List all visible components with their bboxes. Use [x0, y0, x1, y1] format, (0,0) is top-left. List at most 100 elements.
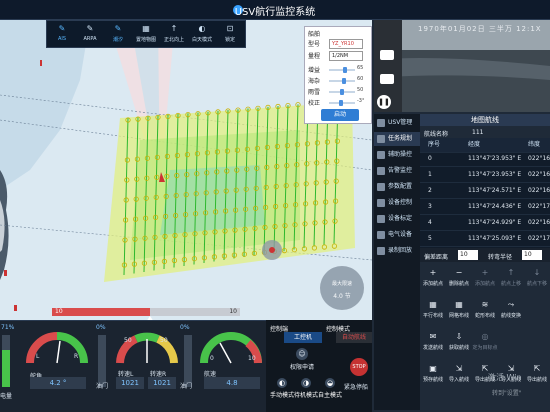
north-up-icon: ↑ — [170, 24, 178, 33]
route-params: 偏差距离 10 转弯半径 10 — [420, 248, 550, 262]
camera-icon[interactable] — [380, 50, 394, 60]
side-menu-item-8[interactable]: 录制回放 — [374, 244, 420, 258]
snapshot-icon[interactable] — [380, 74, 394, 84]
pen-icon: ✎ — [58, 24, 66, 33]
menu-item-icon — [377, 119, 385, 127]
map-tool-4[interactable]: ↑ 正北向上 — [163, 21, 185, 49]
menu-item-icon — [377, 215, 385, 223]
standby-mode-button[interactable]: ◑ 待机模式 — [294, 378, 318, 399]
route-action-button: ◎ 定为目标点 — [472, 332, 498, 351]
slider-value: -3° — [357, 98, 365, 104]
import-icon: ⇲ — [455, 364, 463, 373]
route-action-button[interactable]: ⇩ 获取航线 — [446, 332, 472, 351]
map-tool-label: 锁定 — [224, 37, 235, 43]
menu-item-icon — [377, 231, 385, 239]
route-action-label: 获取航线 — [448, 345, 469, 351]
param-slider[interactable] — [329, 100, 355, 106]
table-row[interactable]: 1 113°47'23.953" E 022°16 — [420, 168, 550, 183]
route-action-label: 航点下移 — [526, 281, 547, 287]
battery-percent: 71% — [1, 324, 15, 331]
map-tool-2[interactable]: ✎ 潮汐 — [107, 21, 129, 49]
emergency-stop-button[interactable]: STOP — [350, 358, 368, 376]
table-cell: 0 — [428, 155, 432, 162]
route-action-label: 发送航线 — [422, 345, 443, 351]
permission-request-button[interactable]: ☺ 权限申请 — [282, 348, 322, 371]
pause-icon[interactable]: ❚❚ — [377, 95, 391, 109]
route-name-value[interactable]: 111 — [472, 129, 483, 136]
side-menu-item-0[interactable]: USV管理 — [374, 116, 420, 130]
rpm-left-value: 1021 — [116, 377, 144, 389]
slider-handle[interactable] — [338, 100, 343, 106]
route-action-button[interactable]: + 添加航点 — [420, 268, 446, 287]
vessel-param-panel: 船舶 型号 YZ_YR10 量程 1/2NM 增益 65 海杂 60 雨雪 50 校正 -3°… — [304, 26, 372, 124]
deviation-label: 偏差距离 — [424, 254, 449, 261]
activation-watermark-sub: 转到"设置" — [492, 390, 522, 397]
table-cell: 022°17 — [528, 235, 550, 242]
slider-handle[interactable] — [343, 67, 348, 73]
industrial-pc-button[interactable]: 工控机 — [284, 332, 322, 343]
side-menu-label: 设备控制 — [388, 199, 413, 206]
route-action-button[interactable]: ▦ 网格布线 — [446, 300, 472, 319]
battery-label: 电量 — [0, 393, 13, 400]
grid-icon: ▦ — [455, 300, 463, 309]
side-menu-item-3[interactable]: 告警监控 — [374, 164, 420, 178]
side-menu-label: 参数配置 — [388, 183, 413, 190]
save-icon: ▣ — [429, 364, 437, 373]
route-action-button[interactable]: ⇱ 导出航线 — [524, 364, 550, 383]
route-action-button[interactable]: − 删除航点 — [446, 268, 472, 287]
start-button[interactable]: 启动 — [321, 109, 359, 121]
side-menu-item-2[interactable]: 辅助操控 — [374, 148, 420, 162]
route-action-button[interactable]: ▣ 预存航线 — [420, 364, 446, 383]
route-action-button[interactable]: ▦ 平行布线 — [420, 300, 446, 319]
map-tool-5[interactable]: ◐ 白天模式 — [191, 21, 213, 49]
route-action-button[interactable]: ✉ 发送航线 — [420, 332, 446, 351]
grid-icon: ▦ — [429, 300, 437, 309]
layers-icon: ▦ — [142, 24, 150, 33]
table-row[interactable]: 5 113°47'25.093" E 022°17 — [420, 232, 550, 247]
scale-select[interactable]: 1/2NM — [329, 51, 363, 61]
side-menu-item-7[interactable]: 电气设备 — [374, 228, 420, 242]
side-menu-item-1[interactable]: 任务规划 — [374, 132, 420, 146]
type-select[interactable]: YZ_YR10 — [329, 39, 363, 49]
speed-limit-dial[interactable]: 最大限速 4.0 节 — [320, 266, 364, 310]
column-header: 经度 — [468, 141, 481, 148]
param-slider[interactable] — [329, 67, 355, 73]
side-menu-item-5[interactable]: 设备控制 — [374, 196, 420, 210]
side-menu-item-4[interactable]: 参数配置 — [374, 180, 420, 194]
emergency-stop-label: 紧急停船 — [344, 384, 369, 391]
map-tool-1[interactable]: ✎ ARPA — [79, 21, 101, 49]
throttle-progress-bar[interactable]: 10 10 — [52, 308, 240, 322]
map-tool-0[interactable]: ✎ AIS — [51, 21, 73, 49]
side-menu-label: 设备标定 — [388, 215, 413, 222]
deviation-input[interactable]: 10 — [458, 250, 478, 260]
auto-mode-button[interactable]: ◒ 自主模式 — [318, 378, 342, 399]
route-action-button[interactable]: ⇲ 导入航线 — [446, 364, 472, 383]
turn-radius-input[interactable]: 10 — [522, 250, 542, 260]
slider-handle[interactable] — [342, 78, 347, 84]
table-cell: 1 — [428, 171, 432, 178]
slider-handle[interactable] — [340, 89, 344, 95]
minus-icon: − — [455, 268, 463, 277]
send-icon: ✉ — [429, 332, 437, 341]
map-tool-3[interactable]: ▦ 置地物图 — [135, 21, 157, 49]
pen-icon: ✎ — [114, 24, 122, 33]
route-action-label: 添加航点 — [474, 281, 495, 287]
route-action-button[interactable]: ⤳ 航线变换 — [498, 300, 524, 319]
lock-icon: ⊡ — [226, 24, 234, 33]
side-menu-item-6[interactable]: 设备标定 — [374, 212, 420, 226]
map-tool-label: AIS — [57, 36, 67, 42]
map-tool-6[interactable]: ⊡ 锁定 — [219, 21, 241, 49]
param-slider[interactable] — [329, 78, 355, 84]
table-header: 序号 经度 纬度 — [420, 138, 550, 153]
param-slider[interactable] — [329, 89, 355, 95]
route-panel-title: 地图航线 — [420, 114, 550, 126]
auto-route-button[interactable]: 自动航线 — [336, 332, 372, 343]
table-row[interactable]: 2 113°47'24.571" E 022°16 — [420, 184, 550, 199]
table-row[interactable]: 4 113°47'24.929" E 022°16 — [420, 216, 550, 231]
export-icon: ⇱ — [533, 364, 541, 373]
manual-mode-button[interactable]: ◐ 手动模式 — [270, 378, 294, 399]
table-row[interactable]: 3 113°47'24.436" E 022°17 — [420, 200, 550, 215]
table-row[interactable]: 0 113°47'23.953" E 022°16 — [420, 152, 550, 167]
route-action-button[interactable]: ≋ 蛇形布线 — [472, 300, 498, 319]
side-menu-label: USV管理 — [388, 119, 413, 126]
